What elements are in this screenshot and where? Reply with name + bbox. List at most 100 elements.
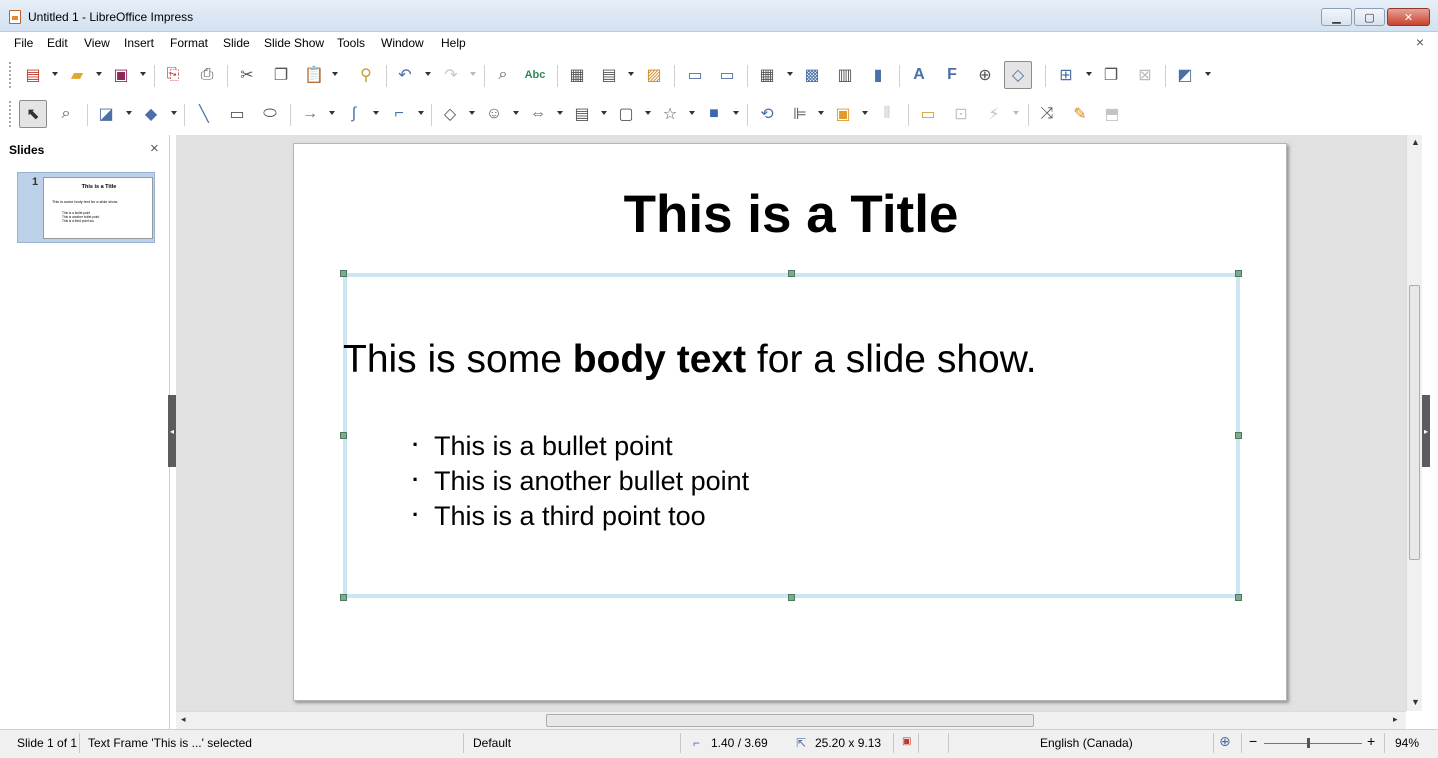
slide-canvas[interactable]: This is a Title This is some body text f… xyxy=(293,143,1287,701)
menu-edit[interactable]: Edit xyxy=(47,36,68,50)
duplicate-slide-icon[interactable]: ❐ xyxy=(1100,64,1122,86)
zoom-slider[interactable] xyxy=(1264,743,1362,744)
flowchart-icon[interactable]: ▤ xyxy=(571,103,593,125)
minimize-button[interactable]: ▁ xyxy=(1321,8,1352,26)
line-icon[interactable]: ╲ xyxy=(193,103,215,125)
resize-handle-right[interactable] xyxy=(1235,432,1242,439)
fit-slide-icon[interactable]: ⊕ xyxy=(1219,733,1231,750)
close-pane-icon[interactable]: × xyxy=(150,140,159,157)
curve-dropdown-arrow[interactable] xyxy=(373,111,379,115)
open-icon[interactable]: ▰ xyxy=(66,64,88,86)
arrow-dropdown-arrow[interactable] xyxy=(329,111,335,115)
maximize-button[interactable]: ▢ xyxy=(1354,8,1385,26)
start-from-current-icon[interactable]: ▭ xyxy=(716,64,738,86)
extrusion-icon[interactable]: ⬒ xyxy=(1101,103,1123,125)
zoom-slider-knob[interactable] xyxy=(1307,738,1310,748)
scroll-up-icon[interactable]: ▲ xyxy=(1411,137,1420,147)
menu-insert[interactable]: Insert xyxy=(124,36,154,50)
basic-shapes-dropdown-arrow[interactable] xyxy=(469,111,475,115)
image-icon[interactable]: ▨ xyxy=(643,64,665,86)
menu-file[interactable]: File xyxy=(14,36,33,50)
menu-help[interactable]: Help xyxy=(441,36,466,50)
undo-dropdown-arrow[interactable] xyxy=(425,72,431,76)
rectangle-icon[interactable]: ▭ xyxy=(226,103,248,125)
callout-dropdown-arrow[interactable] xyxy=(645,111,651,115)
ellipse-icon[interactable]: ⬭ xyxy=(259,103,281,125)
close-document-icon[interactable]: × xyxy=(1416,34,1424,50)
collapse-right-pane-handle[interactable]: ▸ xyxy=(1422,395,1430,467)
vertical-scroll-thumb[interactable] xyxy=(1409,285,1420,560)
select-icon[interactable]: ⬉ xyxy=(19,100,47,128)
export-pdf-icon[interactable]: ⎘ xyxy=(162,64,184,86)
vertical-scrollbar[interactable]: ▲ ▼ xyxy=(1406,135,1422,711)
scroll-down-icon[interactable]: ▼ xyxy=(1411,697,1420,707)
media-icon[interactable]: ▥ xyxy=(834,64,856,86)
redo-icon[interactable]: ↷ xyxy=(440,64,462,86)
delete-slide-icon[interactable]: ⊠ xyxy=(1134,64,1156,86)
shadow-icon[interactable]: ▭ xyxy=(917,103,939,125)
resize-handle-top-right[interactable] xyxy=(1235,270,1242,277)
glue-points-icon[interactable]: ✎ xyxy=(1069,103,1091,125)
insert-slide-dropdown-arrow[interactable] xyxy=(1086,72,1092,76)
collapse-left-pane-handle[interactable]: ◂ xyxy=(168,395,176,467)
horizontal-scrollbar[interactable]: ◂ ▸ xyxy=(176,711,1406,729)
paste-icon[interactable]: 📋 xyxy=(303,64,325,86)
fill-color-dropdown-arrow[interactable] xyxy=(171,111,177,115)
textbox-icon[interactable]: A xyxy=(908,64,930,86)
align-dropdown-arrow[interactable] xyxy=(818,111,824,115)
spelling-icon[interactable]: Abc xyxy=(524,64,546,86)
clone-formatting-icon[interactable]: ⚲ xyxy=(355,64,377,86)
display-views-dropdown-arrow[interactable] xyxy=(628,72,634,76)
3d-objects-icon[interactable]: ■ xyxy=(703,103,725,125)
arrange-dropdown-arrow[interactable] xyxy=(862,111,868,115)
slide-title[interactable]: This is a Title xyxy=(294,184,1288,245)
resize-handle-bottom-right[interactable] xyxy=(1235,594,1242,601)
zoom-in-button[interactable]: + xyxy=(1367,733,1375,749)
new-dropdown-arrow[interactable] xyxy=(52,72,58,76)
redo-dropdown-arrow[interactable] xyxy=(470,72,476,76)
connector-dropdown-arrow[interactable] xyxy=(418,111,424,115)
transform-icon[interactable]: ⟲ xyxy=(756,103,778,125)
menu-slide-show[interactable]: Slide Show xyxy=(264,36,324,50)
scroll-left-icon[interactable]: ◂ xyxy=(181,714,186,725)
menu-window[interactable]: Window xyxy=(381,36,424,50)
arrange-icon[interactable]: ▣ xyxy=(832,103,854,125)
slide-layout-dropdown-arrow[interactable] xyxy=(1205,72,1211,76)
align-icon[interactable]: ⊫ xyxy=(789,103,811,125)
zoom-icon[interactable]: ⌕ xyxy=(55,103,77,125)
table-dropdown-arrow[interactable] xyxy=(787,72,793,76)
stars-dropdown-arrow[interactable] xyxy=(689,111,695,115)
crop-icon[interactable]: ⊡ xyxy=(950,103,972,125)
master-slide-name[interactable]: Default xyxy=(473,736,511,750)
shapes-icon[interactable]: ◇ xyxy=(1004,61,1032,89)
print-icon[interactable]: ⎙ xyxy=(196,64,218,86)
connector-icon[interactable]: ⌐ xyxy=(388,103,410,125)
line-color-icon[interactable]: ◪ xyxy=(95,103,117,125)
open-dropdown-arrow[interactable] xyxy=(96,72,102,76)
zoom-out-button[interactable]: − xyxy=(1249,733,1257,749)
hyperlink-icon[interactable]: ⊕ xyxy=(974,64,996,86)
filter-dropdown-arrow[interactable] xyxy=(1013,111,1019,115)
bullet-list[interactable]: This is a bullet point This is another b… xyxy=(412,427,749,534)
insert-slide-icon[interactable]: ⊞ xyxy=(1055,64,1077,86)
line-color-dropdown-arrow[interactable] xyxy=(126,111,132,115)
3d-objects-dropdown-arrow[interactable] xyxy=(733,111,739,115)
toolbar-grip[interactable] xyxy=(9,101,12,127)
block-arrows-icon[interactable]: ⇔ xyxy=(527,103,549,125)
symbol-shapes-dropdown-arrow[interactable] xyxy=(513,111,519,115)
new-icon[interactable]: ▤ xyxy=(22,64,44,86)
curve-icon[interactable]: ∫ xyxy=(343,103,365,125)
slide-thumbnail-1[interactable]: 1 This is a Title This is some body text… xyxy=(17,172,155,243)
document-modified-icon[interactable]: ▣ xyxy=(902,736,911,747)
callout-icon[interactable]: ▢ xyxy=(615,103,637,125)
fill-color-icon[interactable]: ◆ xyxy=(140,103,162,125)
paste-dropdown-arrow[interactable] xyxy=(332,72,338,76)
toolbar-grip[interactable] xyxy=(9,62,12,88)
chart-icon[interactable]: ▮ xyxy=(867,64,889,86)
slide-layout-icon[interactable]: ◩ xyxy=(1174,64,1196,86)
scroll-right-icon[interactable]: ▸ xyxy=(1393,714,1398,725)
copy-icon[interactable]: ❐ xyxy=(270,64,292,86)
undo-icon[interactable]: ↶ xyxy=(394,64,416,86)
display-views-icon[interactable]: ▤ xyxy=(598,64,620,86)
slide-body-text[interactable]: This is some body text for a slide show. xyxy=(343,338,1037,382)
